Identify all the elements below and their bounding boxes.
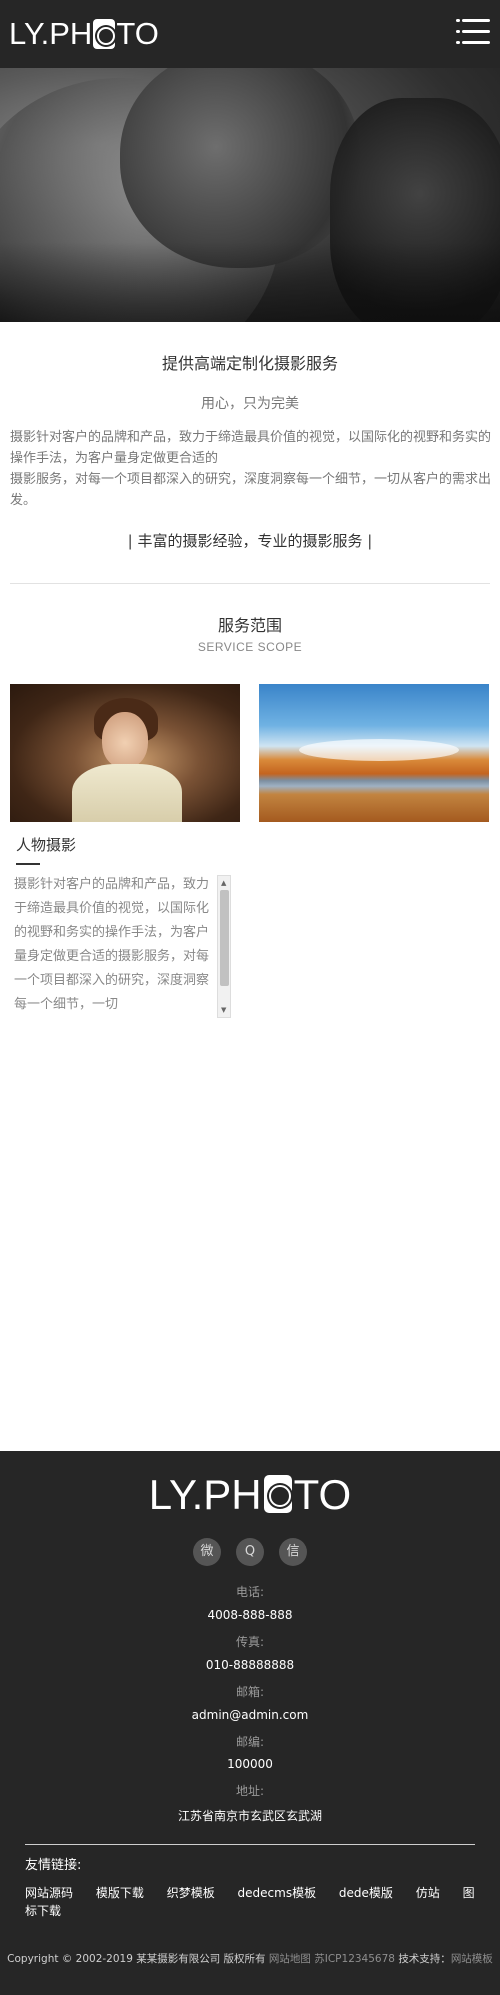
phone-value: 4008-888-888	[207, 1608, 293, 1622]
friend-link[interactable]: dede模版	[339, 1886, 393, 1900]
hero-banner-image	[0, 68, 500, 322]
friend-link[interactable]: 模版下载	[96, 1886, 144, 1900]
copyright-bar: Copyright © 2002-2019 某某摄影有限公司 版权所有 网站地图…	[0, 1951, 500, 1966]
email-label: 邮箱:	[235, 1685, 265, 1699]
top-header: LY.PH TO	[0, 0, 500, 68]
qq-icon[interactable]: Q	[236, 1538, 264, 1566]
intro-subtitle: 用心，只为完美	[201, 396, 299, 412]
friend-link[interactable]: 织梦模板	[167, 1886, 215, 1900]
fax-label: 传真:	[235, 1635, 265, 1649]
support-label: 技术支持：	[398, 1953, 451, 1965]
logo-text-right: TO	[116, 16, 159, 51]
scrollbar-thumb[interactable]	[220, 890, 229, 986]
social-links: 微 Q 信	[0, 1538, 500, 1566]
intro-body: 摄影针对客户的品牌和产品，致力于缔造最具价值的视觉，以国际化的视野和务实的操作手…	[10, 427, 492, 511]
weibo-icon[interactable]: 微	[193, 1538, 221, 1566]
phone-label: 电话:	[235, 1585, 265, 1599]
zip-label: 邮编:	[235, 1735, 265, 1749]
zip-value: 100000	[227, 1757, 273, 1771]
portrait-photo[interactable]	[10, 684, 240, 822]
logo-text-left: LY.PH	[9, 16, 93, 51]
scope-subtitle: SERVICE SCOPE	[197, 640, 303, 654]
hamburger-menu-icon[interactable]	[456, 17, 490, 47]
icp-number: 苏ICP12345678	[314, 1953, 395, 1965]
scroll-down-arrow-icon[interactable]: ▼	[221, 1006, 226, 1014]
friend-links: 网站源码 模版下载 织梦模板 dedecms模板 dede模版 仿站 图标下载	[25, 1884, 475, 1920]
friend-link[interactable]: dedecms模板	[238, 1886, 317, 1900]
site-logo[interactable]: LY.PH TO	[9, 14, 159, 54]
section-divider	[10, 583, 490, 584]
fax-value: 010-88888888	[205, 1658, 295, 1672]
card-description: 摄影针对客户的品牌和产品，致力于缔造最具价值的视觉，以国际化的视野和务实的操作手…	[14, 877, 210, 1012]
intro-paragraph-1: 摄影针对客户的品牌和产品，致力于缔造最具价值的视觉，以国际化的视野和务实的操作手…	[10, 430, 492, 466]
card-title-underline	[16, 863, 40, 865]
address-label: 地址:	[235, 1784, 265, 1798]
footer-divider	[25, 1844, 475, 1845]
card-text-scrollbar[interactable]: ▲ ▼	[217, 875, 231, 1018]
scroll-up-arrow-icon[interactable]: ▲	[221, 879, 226, 887]
intro-title: 提供高端定制化摄影服务	[161, 354, 338, 373]
footer-logo[interactable]: LY.PH TO	[0, 1471, 500, 1519]
footer-logo-left: LY.PH	[148, 1471, 262, 1518]
copyright-text: Copyright © 2002-2019 某某摄影有限公司 版权所有	[7, 1953, 266, 1965]
camera-logo-icon	[93, 19, 116, 49]
card-title-portrait[interactable]: 人物摄影	[16, 834, 76, 855]
footer-logo-right: TO	[293, 1471, 352, 1518]
site-footer: LY.PH TO 微 Q 信 电话: 4008-888-888 传真: 010-8…	[0, 1451, 500, 1995]
intro-tagline: | 丰富的摄影经验，专业的摄影服务 |	[127, 532, 373, 550]
sitemap-link[interactable]: 网站地图	[269, 1953, 311, 1965]
email-value: admin@admin.com	[191, 1708, 309, 1722]
scope-title: 服务范围	[217, 616, 282, 635]
address-value: 江苏省南京市玄武区玄武湖	[177, 1809, 322, 1823]
friend-link[interactable]: 网站源码	[25, 1886, 73, 1900]
landscape-photo[interactable]	[259, 684, 489, 822]
friend-link[interactable]: 仿站	[416, 1886, 440, 1900]
intro-paragraph-2: 摄影服务，对每一个项目都深入的研究，深度洞察每一个细节，一切从客户的需求出发。	[10, 472, 492, 508]
friend-links-title: 友情链接:	[25, 1858, 82, 1873]
wechat-icon[interactable]: 信	[279, 1538, 307, 1566]
footer-camera-logo-icon	[263, 1475, 292, 1513]
support-link[interactable]: 网站模板	[451, 1953, 493, 1965]
